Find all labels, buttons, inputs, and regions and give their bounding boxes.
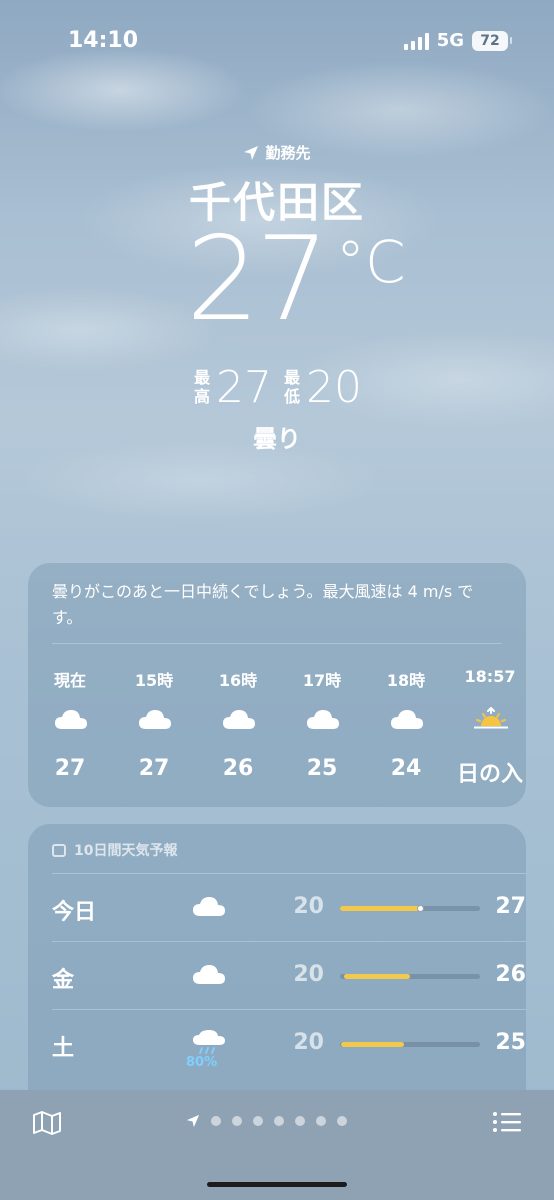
day-low: 20 xyxy=(293,894,324,919)
temperature-display: 27 °C xyxy=(0,222,554,356)
network-label: 5G xyxy=(436,30,464,51)
cloud-icon xyxy=(307,710,339,729)
current-weather: 勤務先 千代田区 27 °C 最高 27 最低 20 曇り xyxy=(0,142,554,454)
map-icon[interactable] xyxy=(32,1110,62,1136)
battery-level: 72 xyxy=(480,32,500,49)
page-dot[interactable] xyxy=(337,1116,347,1126)
location-tag-row: 勤務先 xyxy=(0,142,554,163)
status-indicators: 5G 72 xyxy=(403,30,512,51)
battery-icon: 72 xyxy=(472,30,512,51)
temp-range-fill xyxy=(340,906,420,911)
hour-label: 18時 xyxy=(386,671,426,690)
current-temperature: 27 xyxy=(186,212,330,347)
high-block: 最高 27 xyxy=(192,362,272,413)
ten-day-header: 10日間天気予報 xyxy=(28,824,526,860)
temperature-unit: °C xyxy=(336,228,406,296)
hour-item: 現在 27 xyxy=(30,563,110,807)
low-value: 20 xyxy=(306,362,362,413)
day-name: 今日 xyxy=(52,900,97,925)
temp-range-bar xyxy=(340,974,480,979)
hour-temp: 25 xyxy=(306,756,338,781)
day-high: 25 xyxy=(495,1030,526,1055)
hour-item: 17時 25 xyxy=(282,563,362,807)
day-row[interactable]: 土 80% 20 25 xyxy=(52,1009,526,1077)
cloud-icon xyxy=(391,710,423,729)
page-dot[interactable] xyxy=(232,1116,242,1126)
ten-day-forecast-card[interactable]: 10日間天気予報 今日 20 27 金 20 26 土 80% 20 25 xyxy=(28,824,526,1114)
page-dot[interactable] xyxy=(211,1116,221,1126)
day-name: 金 xyxy=(52,968,75,993)
page-indicator[interactable] xyxy=(186,1114,347,1128)
day-high: 26 xyxy=(495,962,526,987)
signal-icon xyxy=(403,32,429,50)
hour-temp: 26 xyxy=(222,756,254,781)
hour-label: 現在 xyxy=(53,671,86,690)
day-name: 土 xyxy=(52,1036,75,1061)
home-indicator xyxy=(207,1182,347,1187)
calendar-icon xyxy=(52,843,66,857)
location-tag: 勤務先 xyxy=(265,144,311,162)
day-low: 20 xyxy=(293,1030,324,1055)
hour-temp: 24 xyxy=(390,756,422,781)
bottom-toolbar xyxy=(0,1090,554,1200)
cloud-icon xyxy=(223,710,255,729)
temp-range-bar xyxy=(340,905,480,912)
day-low: 20 xyxy=(293,962,324,987)
high-low: 最高 27 最低 20 xyxy=(0,362,554,413)
day-row[interactable]: 金 20 26 xyxy=(52,941,526,1009)
hour-item: 18時 24 xyxy=(366,563,446,807)
hour-temp: 27 xyxy=(54,756,86,781)
page-dot[interactable] xyxy=(316,1116,326,1126)
page-dot[interactable] xyxy=(253,1116,263,1126)
low-block: 最低 20 xyxy=(282,362,362,413)
cloud-rain-icon xyxy=(193,1030,225,1054)
ten-day-title: 10日間天気予報 xyxy=(74,843,178,859)
high-value: 27 xyxy=(216,362,272,413)
cloud-icon xyxy=(193,897,225,916)
hour-label: 17時 xyxy=(302,671,342,690)
location-arrow-icon xyxy=(244,145,259,160)
status-bar: 14:10 5G 72 xyxy=(0,28,554,56)
hour-label: 18:57 xyxy=(464,667,516,686)
low-label: 最低 xyxy=(283,368,300,406)
sunset-icon xyxy=(474,706,508,729)
hourly-strip[interactable]: 現在 27 15時 27 16時 26 17時 25 18時 24 18:57 日の入 xyxy=(28,563,526,807)
list-icon[interactable] xyxy=(492,1110,522,1134)
high-label: 最高 xyxy=(193,368,210,406)
day-high: 27 xyxy=(495,894,526,919)
hour-label: 15時 xyxy=(134,671,174,690)
current-temp-marker xyxy=(416,905,424,912)
hour-item: 15時 27 xyxy=(114,563,194,807)
hour-temp: 27 xyxy=(138,756,170,781)
hour-label: 16時 xyxy=(218,671,258,690)
status-time: 14:10 xyxy=(68,28,139,53)
cloud-icon xyxy=(139,710,171,729)
hour-temp: 日の入 xyxy=(456,762,523,787)
condition-text: 曇り xyxy=(253,425,301,453)
temp-range-fill xyxy=(344,974,410,979)
day-row[interactable]: 今日 20 27 xyxy=(52,873,526,941)
hour-item: 16時 26 xyxy=(198,563,278,807)
precip-chance: 80% xyxy=(186,1055,218,1070)
current-location-icon xyxy=(186,1114,200,1128)
page-dot[interactable] xyxy=(295,1116,305,1126)
hour-item: 18:57 日の入 xyxy=(450,563,526,807)
page-dot[interactable] xyxy=(274,1116,284,1126)
temp-range-bar xyxy=(340,1042,480,1047)
cloud-icon xyxy=(193,965,225,984)
cloud-icon xyxy=(55,710,87,729)
temp-range-fill xyxy=(341,1042,405,1047)
